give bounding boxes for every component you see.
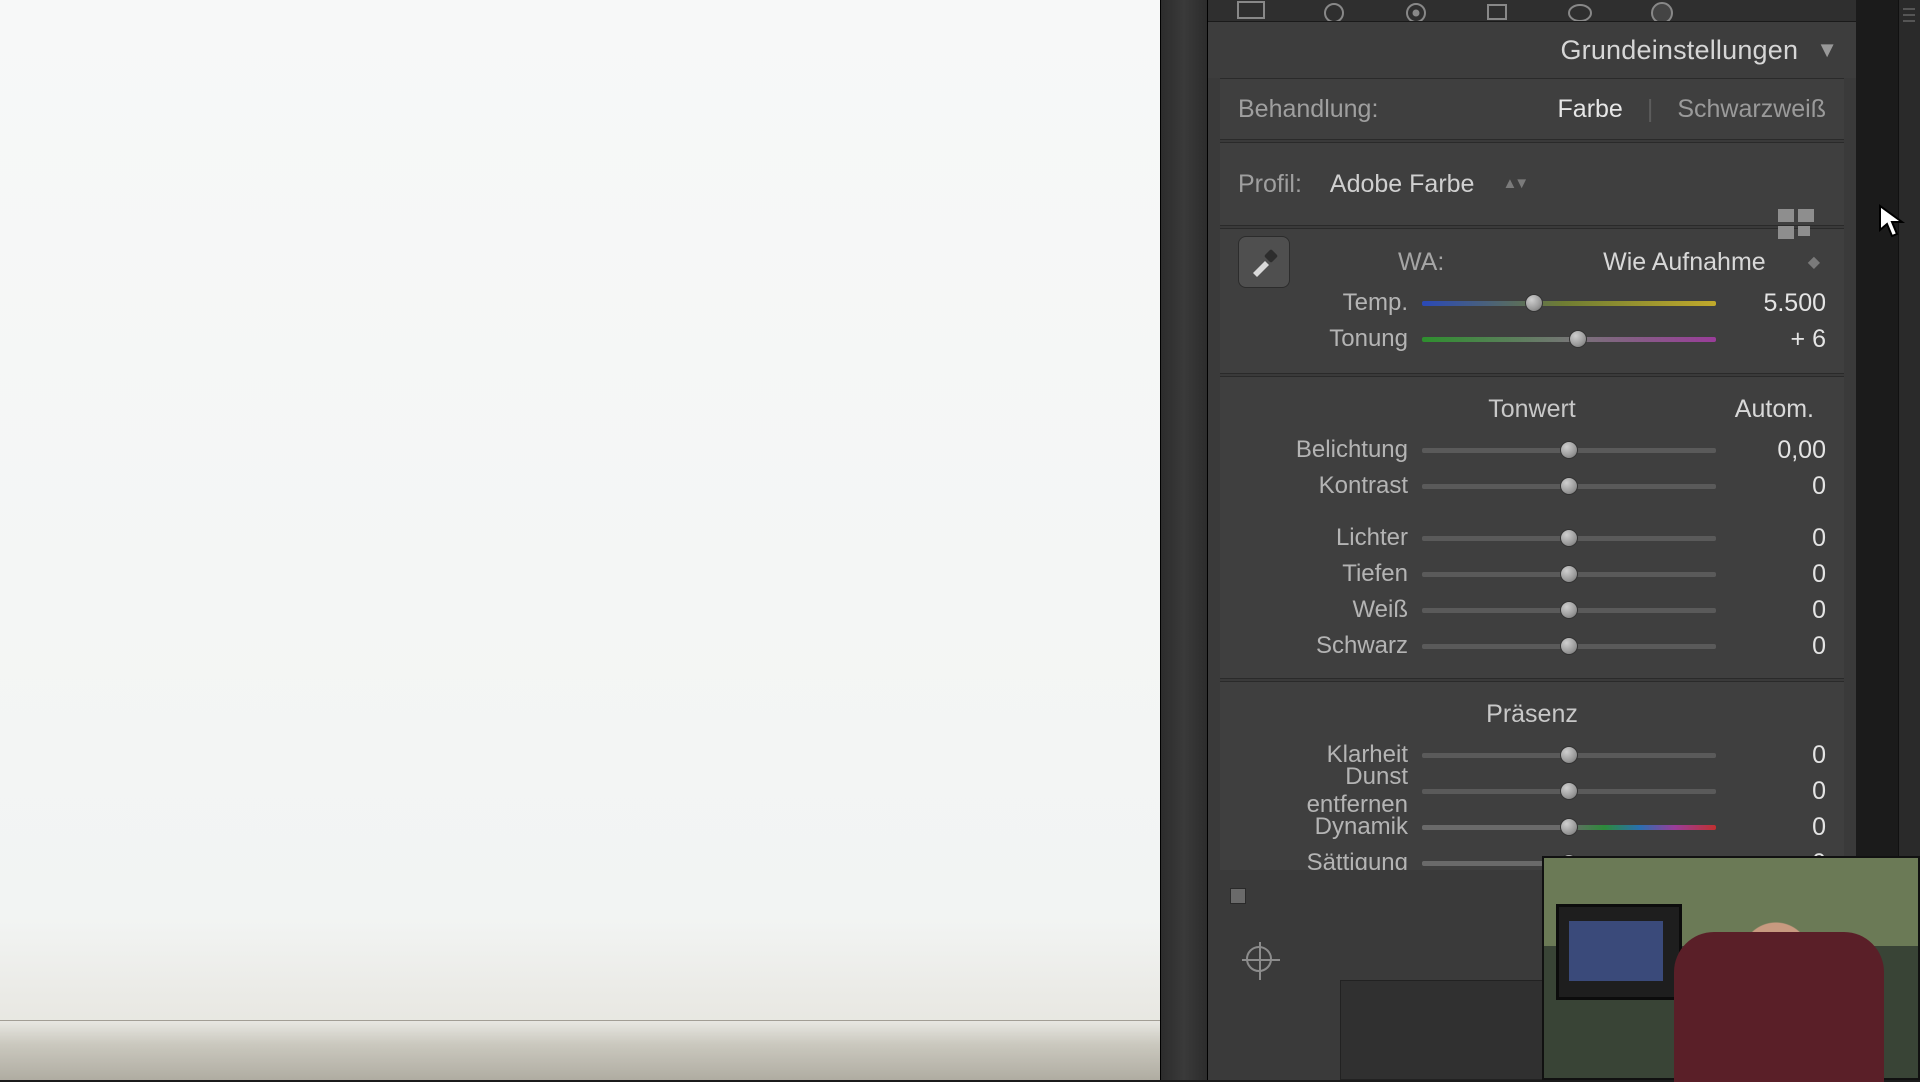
webcam-overlay [1542, 856, 1920, 1080]
slider-lichter[interactable]: Lichter 0 [1238, 520, 1826, 556]
profile-label: Profil: [1238, 170, 1302, 199]
whitebalance-section: WA: Wie Aufnahme ◆ Temp. 5.500 Tonung + 6 [1220, 228, 1844, 374]
panel-toggle[interactable] [1230, 888, 1246, 904]
slider-belichtung[interactable]: Belichtung 0,00 [1238, 432, 1826, 468]
slider-value[interactable]: 0 [1730, 472, 1826, 501]
basic-panel-header[interactable]: Grundeinstellungen ▼ [1208, 22, 1856, 78]
slider-label: Dynamik [1238, 813, 1408, 841]
panel-divider[interactable] [1160, 0, 1208, 1080]
slider-track[interactable] [1422, 531, 1716, 545]
slider-thumb[interactable] [1560, 529, 1578, 547]
slider-label: Weiß [1238, 596, 1408, 624]
slider-label: Lichter [1238, 524, 1408, 552]
panel-title: Grundeinstellungen [1560, 35, 1798, 66]
slider-value[interactable]: 0 [1730, 524, 1826, 553]
treatment-divider: | [1647, 95, 1654, 124]
slider-track[interactable] [1422, 784, 1716, 798]
collapse-icon[interactable]: ▼ [1816, 37, 1838, 63]
mouse-cursor-icon [1878, 204, 1906, 238]
slider-value[interactable]: 0 [1730, 777, 1826, 806]
slider-label: Schwarz [1238, 632, 1408, 660]
treatment-label: Behandlung: [1238, 95, 1378, 124]
slider-thumb[interactable] [1560, 565, 1578, 583]
presence-heading: Präsenz [1238, 686, 1826, 737]
slider-thumb[interactable] [1560, 601, 1578, 619]
tonecurve-thumbnail[interactable] [1340, 980, 1556, 1080]
horizon-gradient [0, 1020, 1160, 1080]
target-adjust-icon[interactable] [1246, 946, 1272, 972]
slider-kontrast[interactable]: Kontrast 0 [1238, 468, 1826, 504]
slider-value[interactable]: 0 [1730, 596, 1826, 625]
slider-label: Belichtung [1238, 436, 1408, 464]
slider-schwarz[interactable]: Schwarz 0 [1238, 628, 1826, 664]
slider-dynamik[interactable]: Dynamik 0 [1238, 809, 1826, 845]
wb-preset[interactable]: Wie Aufnahme [1603, 248, 1766, 277]
tone-section: Tonwert Autom. Belichtung 0,00 Kontrast 0 L… [1220, 376, 1844, 679]
slider-temp-[interactable]: Temp. 5.500 [1238, 285, 1826, 321]
slider-label: Tonung [1238, 325, 1408, 353]
wb-eyedropper-button[interactable] [1238, 236, 1290, 288]
auto-button[interactable]: Autom. [1735, 395, 1814, 424]
slider-value[interactable]: + 6 [1730, 325, 1826, 354]
radial-icon[interactable] [1560, 0, 1600, 21]
slider-track[interactable] [1422, 603, 1716, 617]
slider-tonung[interactable]: Tonung + 6 [1238, 321, 1826, 357]
webcam-person [1674, 932, 1884, 1082]
webcam-monitor [1556, 904, 1682, 1000]
slider-dunst-entfernen[interactable]: Dunst entfernen0 [1238, 773, 1826, 809]
slider-track[interactable] [1422, 748, 1716, 762]
slider-tiefen[interactable]: Tiefen 0 [1238, 556, 1826, 592]
wb-label: WA: [1398, 248, 1444, 277]
slider-track[interactable] [1422, 443, 1716, 457]
tone-heading: Tonwert Autom. [1238, 381, 1826, 432]
slider-thumb[interactable] [1560, 818, 1578, 836]
slider-thumb[interactable] [1569, 330, 1587, 348]
photo-preview[interactable] [0, 0, 1160, 1080]
slider-track[interactable] [1422, 296, 1716, 310]
presence-title: Präsenz [1486, 700, 1578, 728]
slider-value[interactable]: 0 [1730, 741, 1826, 770]
treatment-color[interactable]: Farbe [1558, 95, 1623, 124]
brush-icon[interactable] [1642, 0, 1682, 21]
spot-icon[interactable] [1314, 0, 1354, 21]
slider-label: Tiefen [1238, 560, 1408, 588]
slider-thumb[interactable] [1560, 746, 1578, 764]
tool-strip [1208, 0, 1856, 22]
slider-value[interactable]: 0,00 [1730, 436, 1826, 465]
crop-icon[interactable] [1232, 0, 1272, 21]
slider-thumb[interactable] [1560, 637, 1578, 655]
profile-value[interactable]: Adobe Farbe [1330, 170, 1475, 199]
slider-label: Temp. [1238, 289, 1408, 317]
profile-chevron-icon[interactable]: ▲▼ [1502, 175, 1526, 192]
slider-thumb[interactable] [1560, 477, 1578, 495]
treatment-row: Behandlung: Farbe | Schwarzweiß [1220, 78, 1844, 140]
slider-label: Kontrast [1238, 472, 1408, 500]
tone-title: Tonwert [1488, 395, 1576, 423]
slider-thumb[interactable] [1560, 441, 1578, 459]
slider-value[interactable]: 5.500 [1730, 289, 1826, 318]
slider-track[interactable] [1422, 332, 1716, 346]
slider-track[interactable] [1422, 567, 1716, 581]
profile-browser-button[interactable] [1778, 207, 1818, 241]
slider-track[interactable] [1422, 639, 1716, 653]
grad-icon[interactable] [1478, 0, 1518, 21]
slider-thumb[interactable] [1560, 782, 1578, 800]
slider-value[interactable]: 0 [1730, 632, 1826, 661]
slider-label: Dunst entfernen [1238, 763, 1408, 819]
profile-row: Profil: Adobe Farbe ▲▼ [1220, 142, 1844, 226]
slider-thumb[interactable] [1525, 294, 1543, 312]
wb-chevron-icon[interactable]: ◆ [1808, 252, 1820, 272]
slider-value[interactable]: 0 [1730, 560, 1826, 589]
treatment-bw[interactable]: Schwarzweiß [1677, 95, 1826, 124]
slider-track[interactable] [1422, 479, 1716, 493]
slider-track[interactable] [1422, 820, 1716, 834]
redeye-icon[interactable] [1396, 0, 1436, 21]
slider-value[interactable]: 0 [1730, 813, 1826, 842]
slider-weiß[interactable]: Weiß 0 [1238, 592, 1826, 628]
